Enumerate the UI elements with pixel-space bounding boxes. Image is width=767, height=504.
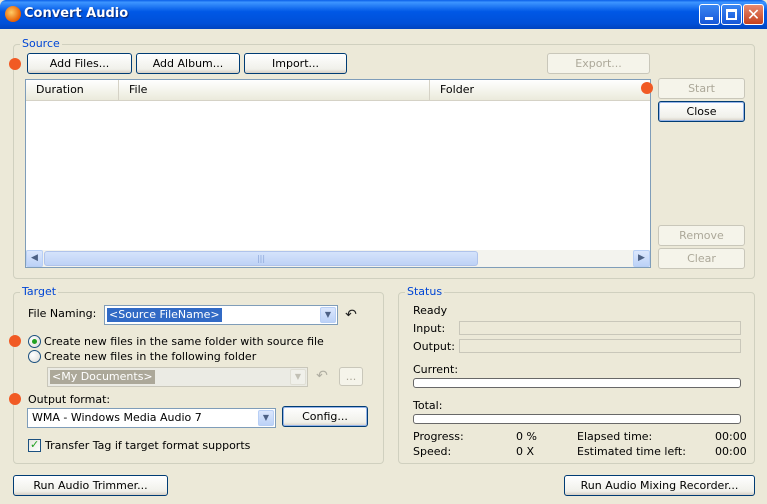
- progress-label: Progress:: [413, 430, 464, 443]
- remove-button[interactable]: Remove: [658, 225, 745, 246]
- input-label: Input:: [413, 322, 446, 335]
- column-header-folder[interactable]: Folder: [430, 80, 650, 100]
- minimize-button[interactable]: [699, 4, 720, 25]
- speed-value: 0 X: [516, 445, 535, 458]
- output-label: Output:: [413, 340, 455, 353]
- scroll-right-icon[interactable]: ▶: [633, 250, 650, 267]
- remaining-label: Estimated time left:: [577, 445, 686, 458]
- app-icon: [5, 6, 21, 22]
- progress-value: 0 %: [516, 430, 537, 443]
- column-header-file[interactable]: File: [119, 80, 430, 100]
- file-naming-value: <Source FileName>: [106, 307, 223, 323]
- run-audio-mixing-recorder-button[interactable]: Run Audio Mixing Recorder...: [564, 475, 755, 496]
- elapsed-label: Elapsed time:: [577, 430, 653, 443]
- transfer-tag-checkbox[interactable]: [28, 438, 41, 452]
- elapsed-value: 00:00: [715, 430, 747, 443]
- window-title: Convert Audio: [24, 6, 129, 21]
- source-group-title: Source: [20, 37, 62, 50]
- start-button[interactable]: Start: [658, 78, 745, 99]
- scroll-left-icon[interactable]: ◀: [26, 250, 43, 267]
- config-button[interactable]: Config...: [282, 406, 368, 427]
- radio-same-folder-label[interactable]: Create new files in the same folder with…: [44, 335, 324, 348]
- speed-label: Speed:: [413, 445, 452, 458]
- column-header-duration[interactable]: Duration: [26, 80, 119, 100]
- output-format-label: Output format:: [28, 393, 111, 406]
- file-list-header: Duration File Folder: [26, 80, 650, 101]
- chevron-down-icon[interactable]: ▼: [290, 369, 306, 385]
- title-bar[interactable]: Convert Audio ✕: [0, 0, 767, 29]
- marker-dot: [9, 393, 21, 405]
- file-list[interactable]: Duration File Folder ◀ ||| ▶: [25, 79, 651, 268]
- marker-dot: [9, 58, 21, 70]
- target-group-title: Target: [20, 285, 59, 298]
- minimize-icon: [705, 17, 713, 20]
- maximize-button[interactable]: [721, 4, 742, 25]
- file-naming-combo[interactable]: <Source FileName> ▼: [104, 305, 338, 325]
- chevron-down-icon[interactable]: ▼: [320, 307, 336, 323]
- convert-audio-window: Convert Audio ✕ Source Add Files... Add …: [0, 0, 767, 504]
- add-album-button[interactable]: Add Album...: [136, 53, 240, 74]
- total-label: Total:: [413, 399, 443, 412]
- reset-naming-icon[interactable]: ↶: [342, 307, 360, 323]
- clear-button[interactable]: Clear: [658, 248, 745, 269]
- marker-dot: [9, 335, 21, 347]
- input-path-display: [459, 321, 741, 335]
- run-audio-trimmer-button[interactable]: Run Audio Trimmer...: [13, 475, 168, 496]
- current-progress-bar: [413, 378, 741, 388]
- close-window-button[interactable]: ✕: [743, 4, 764, 25]
- total-progress-bar: [413, 414, 741, 424]
- add-files-button[interactable]: Add Files...: [27, 53, 132, 74]
- transfer-tag-label[interactable]: Transfer Tag if target format supports: [45, 439, 250, 452]
- output-format-value: WMA - Windows Media Audio 7: [32, 411, 202, 424]
- status-group-title: Status: [405, 285, 445, 298]
- radio-following-folder[interactable]: [28, 350, 41, 363]
- remaining-value: 00:00: [715, 445, 747, 458]
- maximize-icon: [726, 9, 737, 20]
- status-state: Ready: [413, 304, 448, 317]
- import-button[interactable]: Import...: [244, 53, 347, 74]
- output-path-display: [459, 339, 741, 353]
- horizontal-scrollbar[interactable]: ◀ ||| ▶: [26, 250, 650, 267]
- browse-folder-button[interactable]: ...: [339, 367, 363, 386]
- close-icon: ✕: [746, 5, 761, 24]
- radio-same-folder[interactable]: [28, 335, 41, 348]
- scroll-thumb[interactable]: |||: [44, 251, 478, 266]
- folder-combo[interactable]: <My Documents> ▼: [47, 367, 308, 387]
- export-button[interactable]: Export...: [547, 53, 650, 74]
- marker-dot: [641, 82, 653, 94]
- current-label: Current:: [413, 363, 459, 376]
- output-format-combo[interactable]: WMA - Windows Media Audio 7 ▼: [27, 408, 276, 428]
- chevron-down-icon[interactable]: ▼: [258, 410, 274, 426]
- file-naming-label: File Naming:: [28, 307, 97, 320]
- radio-following-folder-label[interactable]: Create new files in the following folder: [44, 350, 256, 363]
- reset-folder-icon[interactable]: ↶: [313, 368, 331, 384]
- close-button[interactable]: Close: [658, 101, 745, 122]
- folder-value: <My Documents>: [50, 370, 155, 384]
